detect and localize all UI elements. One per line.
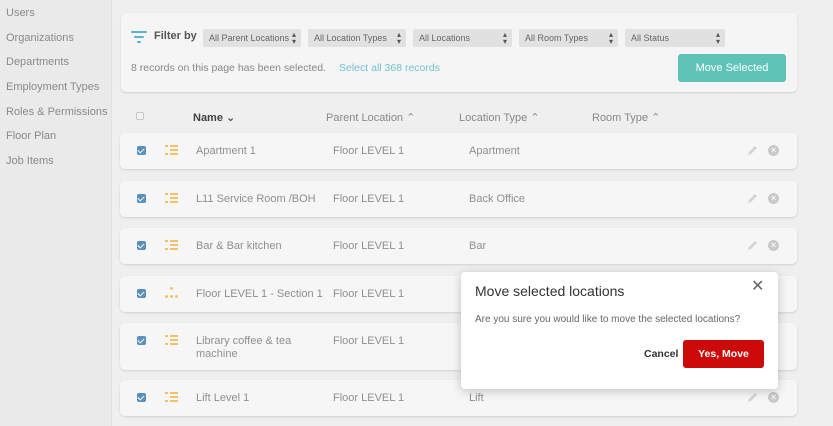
row-location-type: Bar [469,240,487,252]
select-all-checkbox[interactable] [136,112,144,120]
dialog-title: Move selected locations [475,283,625,299]
column-header-name-label: Name [193,112,223,124]
close-circle-icon[interactable]: × [768,193,779,204]
location-type-select[interactable]: All Location Types ▴ ▾ [308,29,406,47]
sidebar-item-roles-permissions[interactable]: Roles & Permissions [6,106,107,118]
pencil-icon[interactable] [747,145,758,156]
row-parent-location: Floor LEVEL 1 [333,288,405,300]
move-confirmation-dialog: Move selected locations ✕ Are you sure y… [461,272,778,389]
row-checkbox[interactable] [137,289,146,298]
close-circle-icon[interactable]: × [768,392,779,403]
column-header-parent-label: Parent Location [326,112,404,124]
row-parent-location: Floor LEVEL 1 [333,193,405,205]
column-header-location-type[interactable]: Location Type ⌃ [459,111,540,124]
chevron-up-icon: ⌃ [406,112,416,124]
row-location-type: Apartment [469,145,520,157]
locations-select[interactable]: All Locations ▴ ▾ [413,29,512,47]
row-parent-location: Floor LEVEL 1 [333,240,405,252]
row-name: Floor LEVEL 1 - Section 1 [196,288,323,300]
row-parent-location: Floor LEVEL 1 [333,335,405,347]
parent-location-select[interactable]: All Parent Locations ▴ ▾ [203,29,301,47]
sidebar-item-users[interactable]: Users [6,7,35,19]
status-select[interactable]: All Status ▴ ▾ [625,29,725,47]
close-icon[interactable]: ✕ [751,279,764,295]
sidebar-item-organizations[interactable]: Organizations [6,32,74,44]
selection-summary: 8 records on this page has been selected… [131,62,326,74]
column-header-room-label: Room Type [592,112,649,124]
list-icon [165,193,178,204]
list-icon [165,240,178,251]
row-checkbox[interactable] [137,393,146,402]
room-type-select[interactable]: All Room Types ▴ ▾ [519,29,618,47]
close-circle-icon[interactable]: × [768,145,779,156]
room-type-select-value: All Room Types [525,33,588,43]
sidebar-item-employment-types[interactable]: Employment Types [6,81,99,93]
cancel-button[interactable]: Cancel [644,348,678,360]
filter-label: Filter by [154,30,197,42]
yes-move-button[interactable]: Yes, Move [683,340,764,368]
chevron-updown-icon: ▴ ▾ [291,30,296,46]
column-header-room-type[interactable]: Room Type ⌃ [592,111,660,124]
parent-location-select-value: All Parent Locations [209,33,290,43]
chevron-up-icon: ⌃ [530,112,540,124]
row-location-type: Lift [469,392,484,404]
pencil-icon[interactable] [747,392,758,403]
select-all-link[interactable]: Select all 368 records [339,62,440,74]
row-name: Lift Level 1 [196,392,250,404]
sidebar-item-job-items[interactable]: Job Items [6,155,54,167]
locations-select-value: All Locations [419,33,471,43]
close-circle-icon[interactable]: × [768,240,779,251]
sidebar-item-floor-plan[interactable]: Floor Plan [6,130,56,142]
row-checkbox[interactable] [137,194,146,203]
list-icon [165,392,178,403]
location-type-select-value: All Location Types [314,33,387,43]
status-select-value: All Status [631,33,670,43]
chevron-updown-icon: ▴ ▾ [608,30,613,46]
row-parent-location: Floor LEVEL 1 [333,392,405,404]
row-name: Bar & Bar kitchen [196,240,282,252]
pencil-icon[interactable] [747,240,758,251]
row-checkbox[interactable] [137,146,146,155]
table-row[interactable]: Apartment 1 Floor LEVEL 1 Apartment × [120,133,797,169]
row-name: Apartment 1 [196,145,256,157]
sidebar: Users Organizations Departments Employme… [0,0,112,426]
chevron-updown-icon: ▴ ▾ [715,30,720,46]
chevron-updown-icon: ▴ ▾ [396,30,401,46]
sidebar-item-departments[interactable]: Departments [6,56,69,68]
row-checkbox[interactable] [137,336,146,345]
table-row[interactable]: L11 Service Room /BOH Floor LEVEL 1 Back… [120,181,797,217]
move-selected-button[interactable]: Move Selected [678,54,786,82]
row-checkbox[interactable] [137,241,146,250]
tree-icon [165,287,178,299]
filter-icon [131,30,147,44]
dialog-message: Are you sure you would like to move the … [475,314,741,325]
filter-panel: Filter by All Parent Locations ▴ ▾ All Lo… [121,13,797,92]
chevron-up-icon: ⌃ [651,112,661,124]
row-parent-location: Floor LEVEL 1 [333,145,405,157]
chevron-down-icon: ⌄ [226,112,236,124]
table-row[interactable]: Bar & Bar kitchen Floor LEVEL 1 Bar × [120,228,797,264]
pencil-icon[interactable] [747,193,758,204]
list-icon [165,335,178,346]
row-location-type: Back Office [469,193,526,205]
chevron-updown-icon: ▴ ▾ [502,30,507,46]
column-header-name[interactable]: Name ⌄ [193,111,235,124]
row-name: L11 Service Room /BOH [196,193,316,205]
column-header-type-label: Location Type [459,112,528,124]
row-name: Library coffee & tea machine [196,335,292,360]
list-icon [165,145,178,156]
column-header-parent-location[interactable]: Parent Location ⌃ [326,111,415,124]
